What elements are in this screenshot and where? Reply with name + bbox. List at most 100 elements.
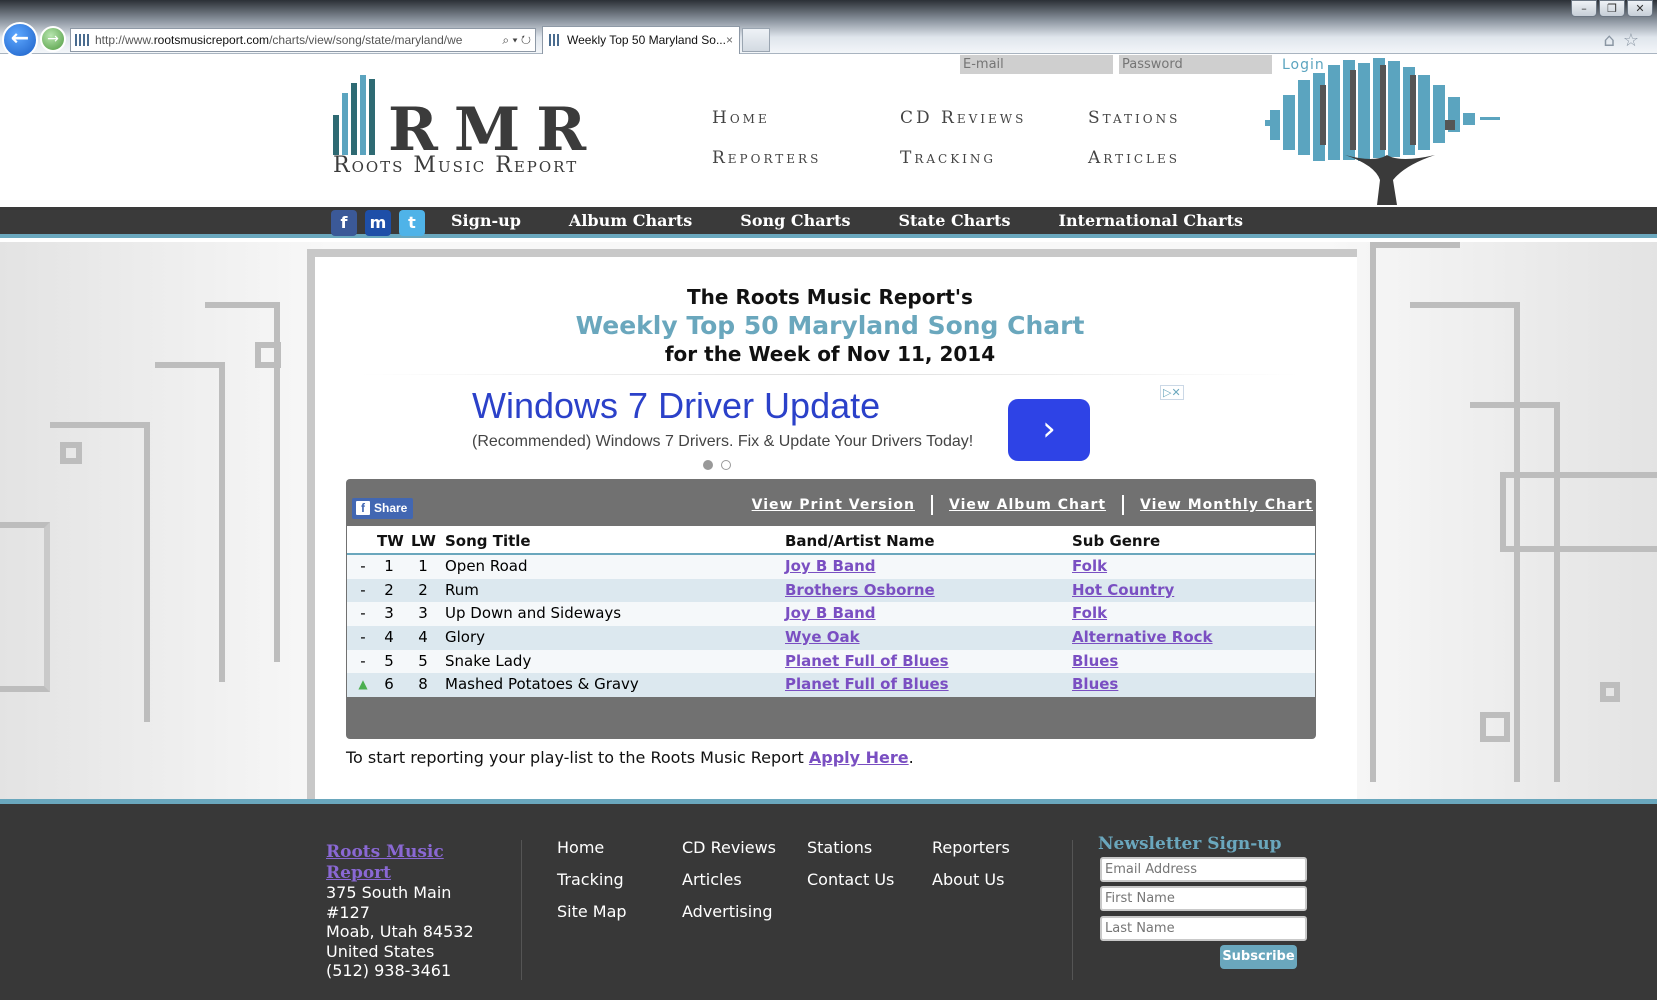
dropdown-icon[interactable]: ▾ [512, 33, 517, 47]
newsletter-first-name-input[interactable] [1100, 886, 1307, 911]
twitter-icon[interactable]: t [399, 210, 425, 236]
topnav-reporters[interactable]: Reporters [712, 148, 900, 168]
forward-arrow-icon[interactable]: → [40, 26, 66, 52]
footer-contact-us[interactable]: Contact Us [807, 870, 932, 890]
favorites-star-icon[interactable]: ☆ [1623, 30, 1647, 51]
this-week: 6 [384, 675, 394, 694]
col-tw: TW [377, 532, 404, 550]
rmr-logo[interactable]: RMR Roots Music Report [333, 75, 643, 185]
new-tab-button[interactable] [742, 28, 770, 52]
footer-site-map[interactable]: Site Map [557, 902, 682, 922]
nav-signup[interactable]: Sign-up [451, 211, 521, 230]
carousel-dot-2[interactable] [721, 460, 731, 470]
navbar-links: Sign-up Album Charts Song Charts State C… [451, 211, 1291, 230]
movement: - [360, 628, 366, 647]
nav-international-charts[interactable]: International Charts [1059, 211, 1243, 230]
last-week: 4 [418, 628, 428, 647]
facebook-f-icon: f [356, 501, 370, 515]
apply-sentence: To start reporting your play-list to the… [346, 748, 809, 767]
link-separator [1122, 495, 1125, 515]
genre-link[interactable]: Hot Country [1072, 581, 1174, 599]
restore-icon[interactable]: ❐ [1599, 0, 1625, 17]
footer-reporters[interactable]: Reporters [932, 838, 1057, 858]
phone-number: (512) 938-3461 [326, 961, 452, 980]
password-field[interactable] [1119, 55, 1272, 74]
footer-tracking[interactable]: Tracking [557, 870, 682, 890]
movement: - [360, 604, 366, 623]
apply-here-link[interactable]: Apply Here [809, 748, 909, 767]
nav-state-charts[interactable]: State Charts [898, 211, 1010, 230]
refresh-icon[interactable]: ↻ [521, 33, 531, 47]
nav-song-charts[interactable]: Song Charts [740, 211, 850, 230]
view-album-chart-link[interactable]: View Album Chart [949, 497, 1106, 513]
browser-tab[interactable]: Weekly Top 50 Maryland So... × [542, 26, 740, 54]
chart-heading-line1: The Roots Music Report's [687, 285, 973, 309]
browser-toolbar-icons: ⌂☆ [1603, 30, 1647, 51]
back-arrow-icon[interactable]: ← [2, 22, 38, 58]
site-favicon-icon [75, 34, 89, 46]
newsletter-email-input[interactable] [1100, 857, 1307, 882]
song-title: Up Down and Sideways [445, 604, 622, 623]
col-artist: Band/Artist Name [785, 532, 935, 550]
genre-link[interactable]: Alternative Rock [1072, 628, 1213, 646]
close-window-icon[interactable]: ✕ [1627, 0, 1653, 17]
view-monthly-chart-link[interactable]: View Monthly Chart [1140, 497, 1313, 513]
footer-org-link[interactable]: Roots Music [326, 842, 444, 862]
movement: - [360, 580, 366, 599]
genre-link[interactable]: Blues [1072, 652, 1118, 670]
tab-close-icon[interactable]: × [726, 27, 733, 53]
view-print-version-link[interactable]: View Print Version [752, 497, 915, 513]
footer-stations[interactable]: Stations [807, 838, 932, 858]
footer-about-us[interactable]: About Us [932, 870, 1057, 890]
table-row: - 2 2 Rum Brothers Osborne Hot Country [347, 578, 1315, 603]
genre-link[interactable]: Folk [1072, 604, 1107, 622]
topnav-articles[interactable]: Articles [1088, 148, 1276, 168]
up-arrow-icon: ▲ [358, 677, 368, 692]
topnav-cd-reviews[interactable]: CD Reviews [900, 108, 1088, 128]
carousel-dot-1[interactable] [703, 460, 713, 470]
url-domain: rootsmusicreport.com [153, 33, 270, 47]
footer-home[interactable]: Home [557, 838, 682, 858]
address-line: #127 [326, 902, 370, 922]
topnav-stations[interactable]: Stations [1088, 108, 1276, 128]
search-icon[interactable]: ⌕ [502, 33, 509, 47]
link-separator [930, 495, 933, 515]
home-icon[interactable]: ⌂ [1603, 30, 1622, 51]
logo-rmr-text: RMR [388, 95, 603, 165]
nav-album-charts[interactable]: Album Charts [569, 211, 692, 230]
minimize-icon[interactable]: – [1571, 0, 1597, 17]
footer-articles[interactable]: Articles [682, 870, 807, 890]
facebook-share-button[interactable]: f Share [352, 498, 414, 519]
footer-cd-reviews[interactable]: CD Reviews [682, 838, 807, 858]
footer-org-link-2[interactable]: Report [326, 863, 391, 883]
artist-link[interactable]: Wye Oak [785, 628, 860, 646]
movement: - [360, 651, 366, 670]
newsletter-last-name-input[interactable] [1100, 916, 1307, 941]
chart-heading-week: for the Week of Nov 11, 2014 [664, 342, 996, 366]
artist-link[interactable]: Planet Full of Blues [785, 675, 949, 693]
last-week: 3 [418, 604, 428, 623]
artist-link[interactable]: Planet Full of Blues [785, 652, 949, 670]
ad-carousel-dots [703, 460, 731, 470]
artist-link[interactable]: Brothers Osborne [785, 581, 935, 599]
this-week: 3 [384, 604, 394, 623]
myspace-icon[interactable]: m [365, 210, 391, 236]
song-title: Rum [445, 580, 479, 599]
email-field[interactable] [960, 55, 1113, 74]
last-week: 1 [418, 557, 428, 575]
artist-link[interactable]: Joy B Band [785, 557, 876, 575]
genre-link[interactable]: Folk [1072, 557, 1107, 575]
ad-title[interactable]: Windows 7 Driver Update [472, 385, 880, 427]
footer-advertising[interactable]: Advertising [682, 902, 807, 922]
ad-choices-icon[interactable]: ▷✕ [1160, 385, 1184, 400]
address-bar[interactable]: http://www.rootsmusicreport.com/charts/v… [70, 28, 536, 52]
genre-link[interactable]: Blues [1072, 675, 1118, 693]
subscribe-button[interactable]: Subscribe [1220, 945, 1297, 969]
col-song-title: Song Title [445, 532, 531, 550]
ad-arrow-button[interactable]: › [1008, 399, 1090, 461]
facebook-icon[interactable]: f [331, 210, 357, 236]
topnav-home[interactable]: Home [712, 108, 900, 128]
topnav-tracking[interactable]: Tracking [900, 148, 1088, 168]
ad-description[interactable]: (Recommended) Windows 7 Drivers. Fix & U… [472, 433, 973, 451]
artist-link[interactable]: Joy B Band [785, 604, 876, 622]
